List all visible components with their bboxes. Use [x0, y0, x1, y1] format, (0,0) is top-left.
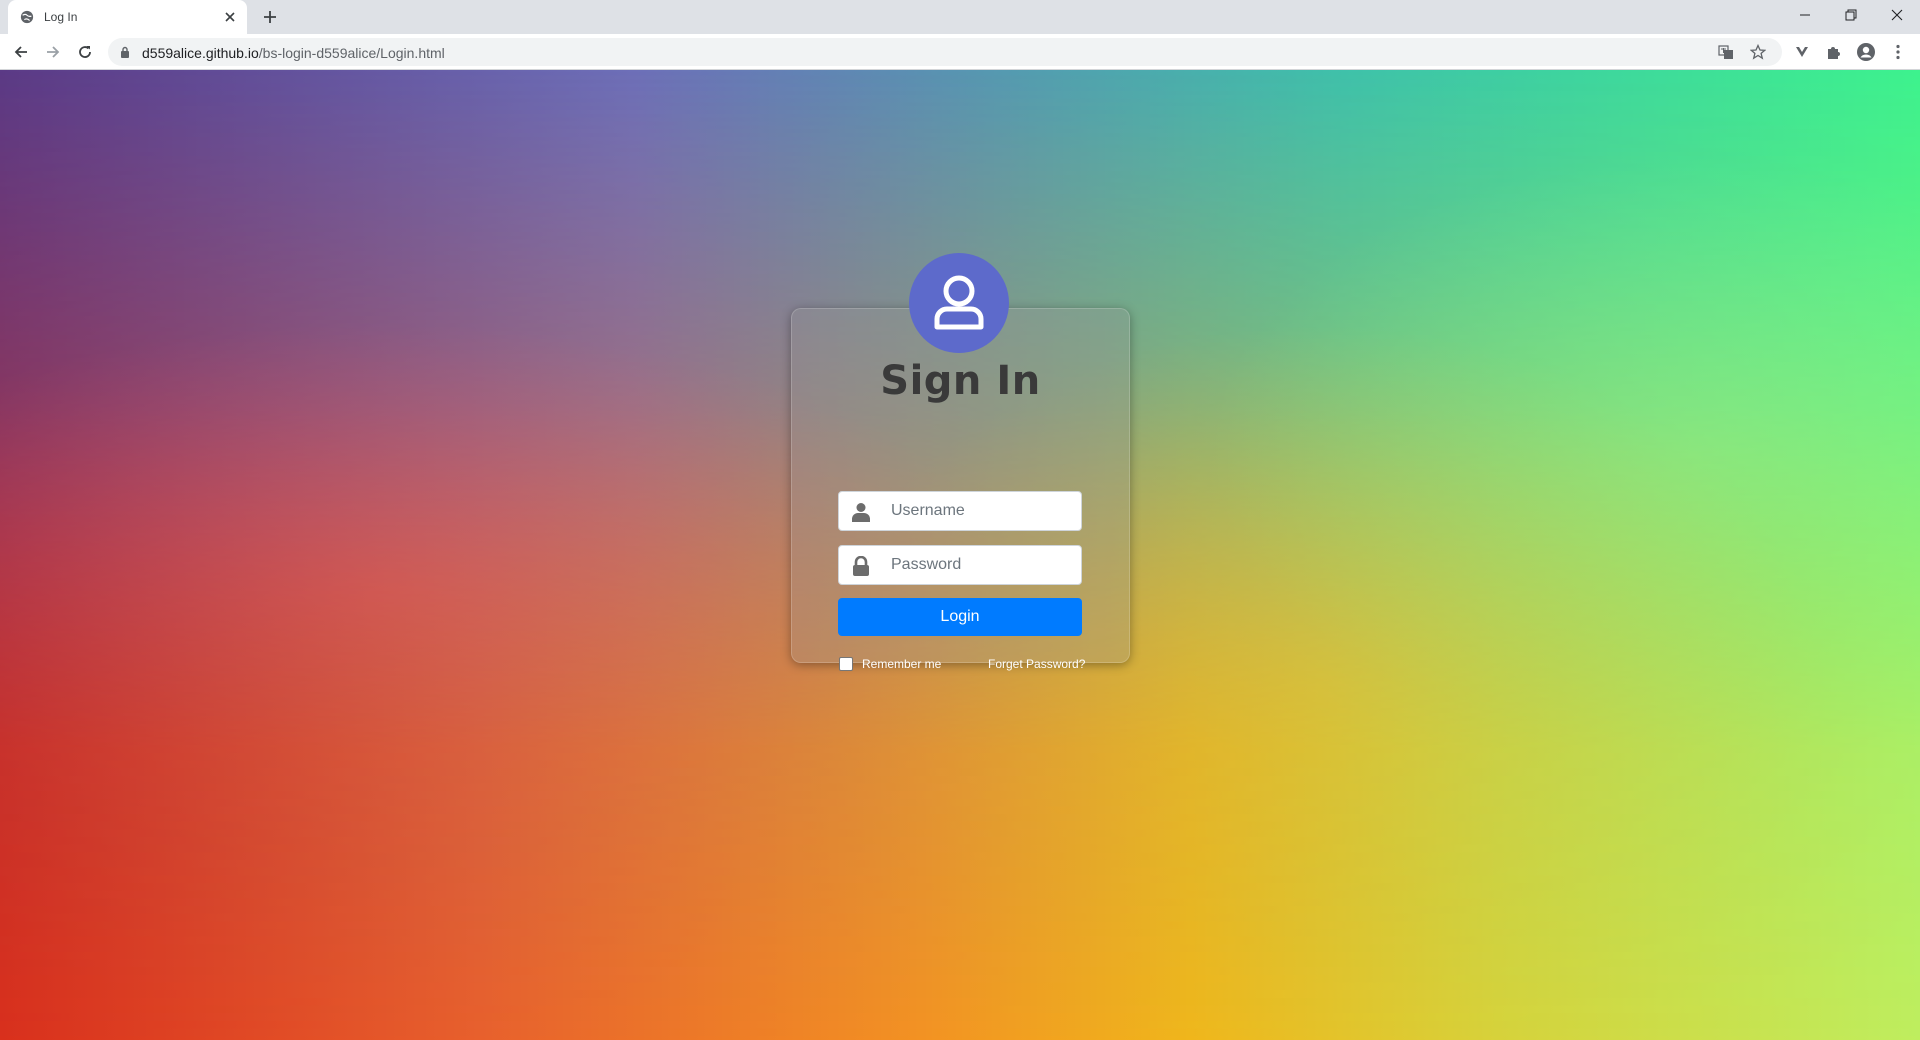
- puzzle-extensions-icon[interactable]: [1824, 42, 1844, 62]
- back-arrow-icon[interactable]: [11, 42, 31, 62]
- browser-tab[interactable]: Log In: [8, 0, 247, 34]
- forgot-password-link[interactable]: Forget Password?: [988, 657, 1085, 671]
- restore-icon: [1845, 9, 1857, 21]
- remember-me-label[interactable]: Remember me: [862, 657, 941, 671]
- star-bookmark-icon[interactable]: [1750, 44, 1766, 60]
- username-field[interactable]: [838, 491, 1082, 531]
- forward-arrow-icon[interactable]: [43, 42, 63, 62]
- tab-title: Log In: [44, 10, 78, 24]
- login-button[interactable]: Login: [838, 598, 1082, 636]
- username-input[interactable]: [891, 492, 1076, 530]
- tab-strip: Log In: [0, 0, 1920, 34]
- kebab-menu-icon[interactable]: [1888, 42, 1908, 62]
- restore-button[interactable]: [1828, 0, 1874, 30]
- page-title: Sign In: [880, 358, 1041, 404]
- profile-avatar-icon[interactable]: [1856, 42, 1876, 62]
- lock-icon[interactable]: [120, 46, 130, 58]
- extension-v-icon[interactable]: [1792, 42, 1812, 62]
- user-avatar: [909, 253, 1009, 353]
- close-tab-icon[interactable]: [221, 8, 239, 26]
- close-window-button[interactable]: [1874, 0, 1920, 30]
- password-input[interactable]: [891, 546, 1076, 584]
- new-tab-icon[interactable]: [259, 6, 281, 28]
- url-path: /bs-login-d559alice/Login.html: [258, 45, 445, 61]
- address-bar[interactable]: d559alice.github.io/bs-login-d559alice/L…: [108, 38, 1782, 66]
- minimize-button[interactable]: [1782, 0, 1828, 30]
- lock-icon: [853, 556, 869, 576]
- url-text: d559alice.github.io/bs-login-d559alice/L…: [142, 45, 445, 61]
- user-outline-icon: [934, 275, 984, 330]
- remember-me-checkbox[interactable]: [839, 657, 853, 671]
- close-icon: [1891, 9, 1903, 21]
- browser-toolbar: d559alice.github.io/bs-login-d559alice/L…: [0, 34, 1920, 70]
- minimize-icon: [1800, 14, 1810, 16]
- reload-icon[interactable]: [75, 42, 95, 62]
- user-icon: [852, 503, 870, 522]
- translate-icon[interactable]: [1718, 44, 1734, 60]
- password-field[interactable]: [838, 545, 1082, 585]
- url-domain: d559alice.github.io: [142, 45, 259, 61]
- globe-icon: [20, 10, 34, 24]
